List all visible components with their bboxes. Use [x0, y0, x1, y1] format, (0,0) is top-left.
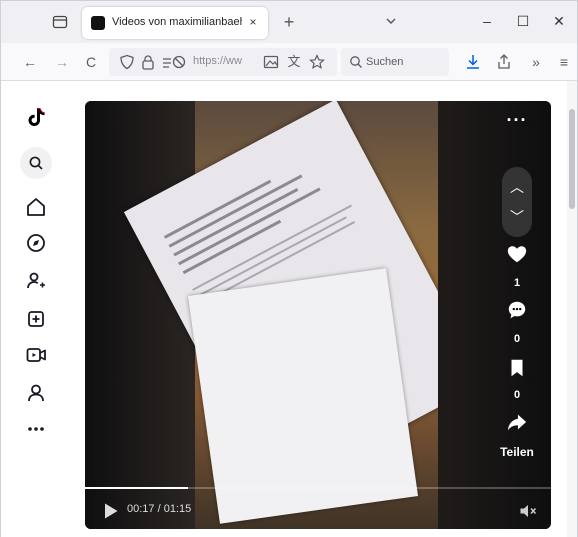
- page-content: ··· ︿ ﹀ 1 0 0 Teilen 00:17 / 01:15: [1, 81, 577, 537]
- chevron-down-icon[interactable]: [383, 13, 399, 29]
- reload-button[interactable]: C: [82, 53, 100, 71]
- url-bar[interactable]: https://ww 文: [109, 48, 337, 76]
- more-icon[interactable]: [24, 417, 48, 441]
- video-progress-bar[interactable]: [85, 487, 551, 489]
- save-count: 0: [513, 389, 521, 401]
- download-icon[interactable]: [465, 53, 481, 71]
- live-icon[interactable]: [24, 343, 48, 367]
- share-label: Teilen: [500, 445, 534, 459]
- save-button[interactable]: [497, 357, 537, 384]
- following-icon[interactable]: [24, 269, 48, 293]
- page-scrollbar[interactable]: [567, 81, 577, 537]
- share-button[interactable]: [497, 411, 537, 438]
- video-time: 00:17 / 01:15: [127, 503, 192, 515]
- video-player[interactable]: ··· ︿ ﹀ 1 0 0 Teilen 00:17 / 01:15: [85, 101, 551, 529]
- next-video-button[interactable]: ﹀: [505, 205, 529, 229]
- url-text[interactable]: https://ww: [193, 55, 253, 67]
- video-progress-fill: [85, 487, 188, 489]
- scrollbar-thumb[interactable]: [569, 109, 575, 209]
- tiktok-logo-icon[interactable]: [24, 105, 48, 129]
- document-sheet-in-video: [187, 268, 419, 524]
- search-bar[interactable]: Suchen: [341, 48, 449, 76]
- like-count: 1: [513, 277, 521, 289]
- tiktok-sidebar: [15, 81, 59, 537]
- overflow-menu-button[interactable]: »: [527, 53, 545, 71]
- shield-icon[interactable]: [119, 54, 135, 70]
- close-window-button[interactable]: ✕: [550, 12, 568, 30]
- new-tab-button[interactable]: +: [279, 12, 299, 32]
- more-options-button[interactable]: ···: [505, 111, 529, 133]
- star-icon[interactable]: [309, 54, 325, 70]
- home-icon[interactable]: [24, 195, 48, 219]
- tab-title: Videos von maximilianbaehring: [112, 16, 242, 28]
- video-navigation: ︿ ﹀: [502, 167, 532, 237]
- firefox-view-icon[interactable]: [52, 14, 68, 30]
- share-arrow-icon: [507, 414, 527, 431]
- back-button[interactable]: ←: [21, 53, 39, 71]
- comment-count: 0: [513, 333, 521, 345]
- tab-bar: Videos von maximilianbaehring × + – ☐ ✕: [1, 1, 577, 43]
- upload-icon[interactable]: [24, 307, 48, 331]
- tab-close-icon[interactable]: ×: [246, 15, 260, 29]
- tiktok-favicon-icon: [91, 16, 105, 30]
- play-icon[interactable]: [103, 502, 119, 520]
- navigation-toolbar: ← → C https://ww 文 Suchen » ≡: [1, 43, 577, 81]
- minimize-button[interactable]: –: [478, 12, 496, 30]
- tab-tiktok[interactable]: Videos von maximilianbaehring ×: [82, 7, 268, 39]
- heart-icon: [507, 246, 527, 263]
- explore-icon[interactable]: [24, 231, 48, 255]
- bookmark-icon: [511, 359, 523, 377]
- translate-icon[interactable]: 文: [285, 53, 303, 71]
- like-button[interactable]: [497, 243, 537, 270]
- comment-icon: [508, 301, 526, 319]
- search-placeholder: Suchen: [366, 56, 404, 68]
- comment-button[interactable]: [497, 299, 537, 326]
- video-controls: 00:17 / 01:15: [85, 493, 551, 529]
- search-icon: [29, 156, 43, 170]
- browser-window: Videos von maximilianbaehring × + – ☐ ✕ …: [0, 0, 578, 537]
- lock-icon[interactable]: [141, 54, 155, 70]
- profile-icon[interactable]: [24, 381, 48, 405]
- forward-button[interactable]: →: [53, 53, 71, 71]
- permissions-icon[interactable]: [161, 54, 187, 70]
- search-button[interactable]: [20, 147, 52, 179]
- mute-icon[interactable]: [519, 503, 537, 519]
- picture-icon[interactable]: [263, 54, 279, 70]
- app-menu-button[interactable]: ≡: [555, 53, 573, 71]
- previous-video-button[interactable]: ︿: [505, 175, 529, 199]
- share-icon[interactable]: [496, 53, 512, 71]
- maximize-button[interactable]: ☐: [514, 12, 532, 30]
- search-icon: [350, 56, 362, 68]
